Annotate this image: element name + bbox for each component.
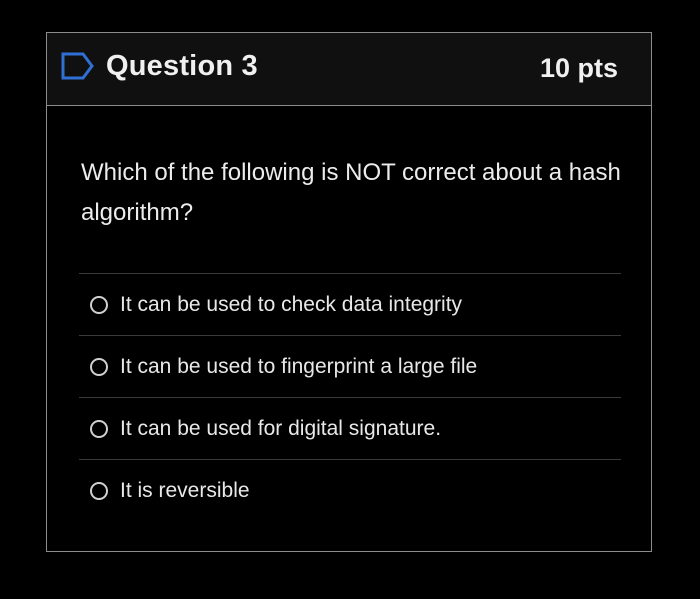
answer-option-3[interactable]: It can be used for digital signature. xyxy=(79,397,621,459)
question-header: Question 3 10 pts xyxy=(47,33,651,106)
question-text: Which of the following is NOT correct ab… xyxy=(81,159,621,226)
question-card: Question 3 10 pts Which of the following… xyxy=(46,32,652,552)
answer-list: It can be used to check data integrity I… xyxy=(79,273,621,521)
flag-outline-icon[interactable] xyxy=(61,52,95,80)
answer-option-4[interactable]: It is reversible xyxy=(79,459,621,521)
radio-button[interactable] xyxy=(90,419,108,438)
answer-label: It can be used for digital signature. xyxy=(120,416,442,440)
answer-label: It is reversible xyxy=(120,478,250,502)
radio-button[interactable] xyxy=(90,357,108,376)
radio-button[interactable] xyxy=(90,295,108,314)
answer-label: It can be used to fingerprint a large fi… xyxy=(120,354,478,378)
question-title: Question 3 xyxy=(106,50,258,82)
question-points: 10 pts xyxy=(539,53,618,83)
answer-label: It can be used to check data integrity xyxy=(120,292,463,316)
radio-button[interactable] xyxy=(90,481,108,500)
answer-option-2[interactable]: It can be used to fingerprint a large fi… xyxy=(79,335,621,397)
answer-option-1[interactable]: It can be used to check data integrity xyxy=(79,273,621,335)
